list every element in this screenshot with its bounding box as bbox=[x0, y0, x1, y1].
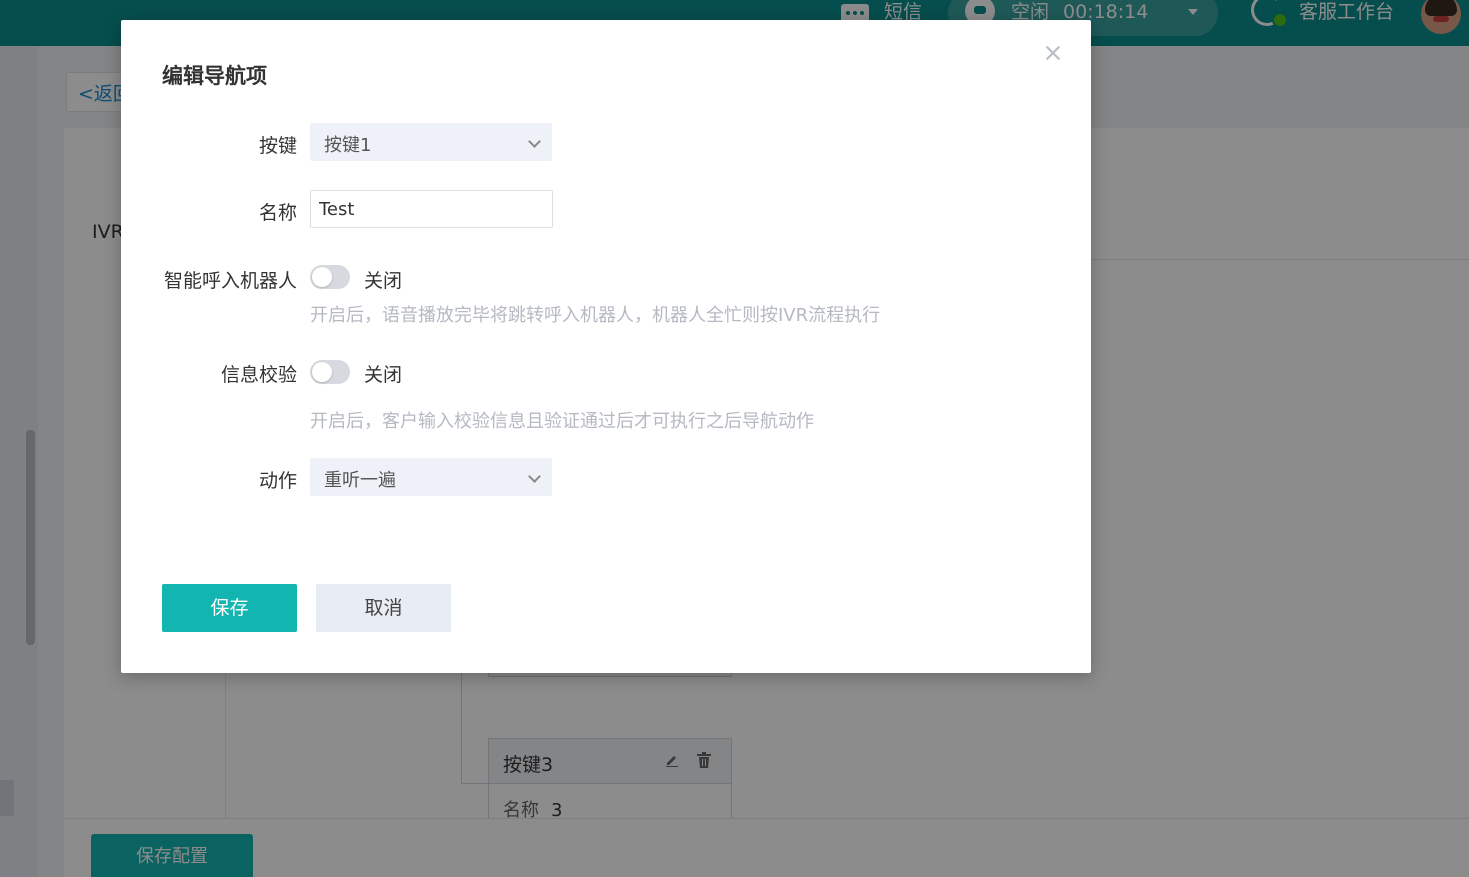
verify-hint: 开启后，客户输入校验信息且验证通过后才可执行之后导航动作 bbox=[310, 411, 814, 432]
robot-label: 智能呼入机器人 bbox=[163, 270, 297, 292]
close-icon[interactable] bbox=[1041, 41, 1065, 65]
toggle-knob bbox=[312, 267, 332, 287]
key-select-value: 按键1 bbox=[324, 135, 372, 156]
name-label: 名称 bbox=[258, 202, 297, 224]
robot-hint: 开启后，语音播放完毕将跳转呼入机器人，机器人全忙则按IVR流程执行 bbox=[310, 305, 881, 326]
verify-toggle[interactable] bbox=[310, 360, 350, 384]
name-input[interactable] bbox=[310, 190, 553, 228]
edit-nav-item-dialog: 编辑导航项 按键 按键1 名称 智能呼入机器人 关闭 开启后，语音播放完毕将跳转… bbox=[121, 20, 1091, 673]
chevron-down-icon bbox=[528, 135, 541, 148]
toggle-knob bbox=[312, 362, 332, 382]
key-label: 按键 bbox=[258, 135, 297, 157]
app-root: 短信 空闲 00:18:14 客服工作台 <返回 IVR 按键3 名称 3 保存… bbox=[0, 0, 1469, 877]
key-select[interactable]: 按键1 bbox=[310, 123, 552, 161]
verify-label: 信息校验 bbox=[220, 364, 297, 386]
cancel-button[interactable]: 取消 bbox=[316, 584, 451, 632]
action-select[interactable]: 重听一遍 bbox=[310, 458, 552, 496]
robot-toggle-state: 关闭 bbox=[364, 270, 403, 292]
chevron-down-icon bbox=[528, 470, 541, 483]
verify-toggle-state: 关闭 bbox=[364, 364, 403, 386]
robot-toggle[interactable] bbox=[310, 265, 350, 289]
action-select-value: 重听一遍 bbox=[324, 470, 396, 491]
action-label: 动作 bbox=[258, 470, 297, 492]
save-button[interactable]: 保存 bbox=[162, 584, 297, 632]
dialog-title: 编辑导航项 bbox=[162, 64, 267, 88]
